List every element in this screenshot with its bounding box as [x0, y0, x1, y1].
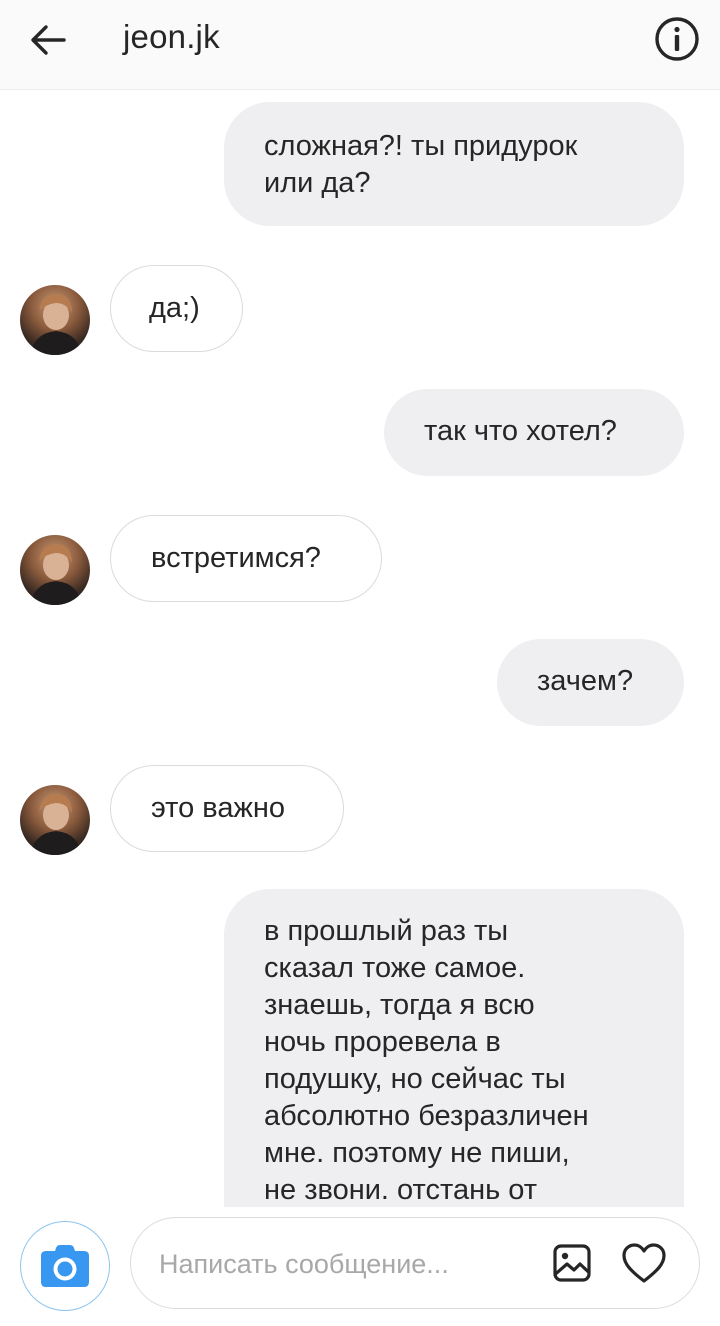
arrow-left-icon	[31, 25, 66, 55]
gallery-button[interactable]	[549, 1240, 595, 1286]
heart-icon	[622, 1243, 666, 1283]
message-text: в прошлый раз ты сказал тоже самое. знае…	[264, 915, 589, 1206]
message-text: это важно	[151, 792, 286, 824]
message-field-container	[130, 1217, 700, 1309]
back-button[interactable]	[22, 16, 74, 64]
like-button[interactable]	[619, 1238, 669, 1288]
message-outgoing[interactable]: так что хотел?	[384, 389, 684, 476]
camera-icon	[41, 1245, 89, 1287]
message-outgoing[interactable]: зачем?	[497, 639, 684, 726]
message-text: сложная?! ты придурок или да?	[264, 130, 578, 199]
camera-button[interactable]	[20, 1221, 110, 1311]
message-thread[interactable]: сложная?! ты придурок или да? да;) так ч…	[0, 90, 720, 1207]
avatar[interactable]	[20, 785, 90, 855]
message-input[interactable]	[159, 1244, 539, 1284]
message-text: встретимся?	[151, 542, 321, 574]
message-text: да;)	[149, 292, 200, 324]
message-incoming[interactable]: это важно	[110, 765, 344, 852]
message-text: так что хотел?	[424, 415, 617, 447]
message-outgoing[interactable]: сложная?! ты придурок или да?	[224, 102, 684, 226]
message-text: зачем?	[537, 665, 634, 697]
avatar[interactable]	[20, 285, 90, 355]
chat-title[interactable]: jeon.jk	[123, 18, 220, 56]
info-button[interactable]	[652, 14, 702, 64]
message-incoming[interactable]: да;)	[110, 265, 243, 352]
message-incoming[interactable]: встретимся?	[110, 515, 382, 602]
avatar[interactable]	[20, 535, 90, 605]
info-icon	[655, 17, 699, 61]
message-outgoing[interactable]: в прошлый раз ты сказал тоже самое. знае…	[224, 889, 684, 1207]
chat-header: jeon.jk	[0, 0, 720, 90]
image-icon	[553, 1244, 591, 1282]
message-composer	[0, 1207, 720, 1326]
